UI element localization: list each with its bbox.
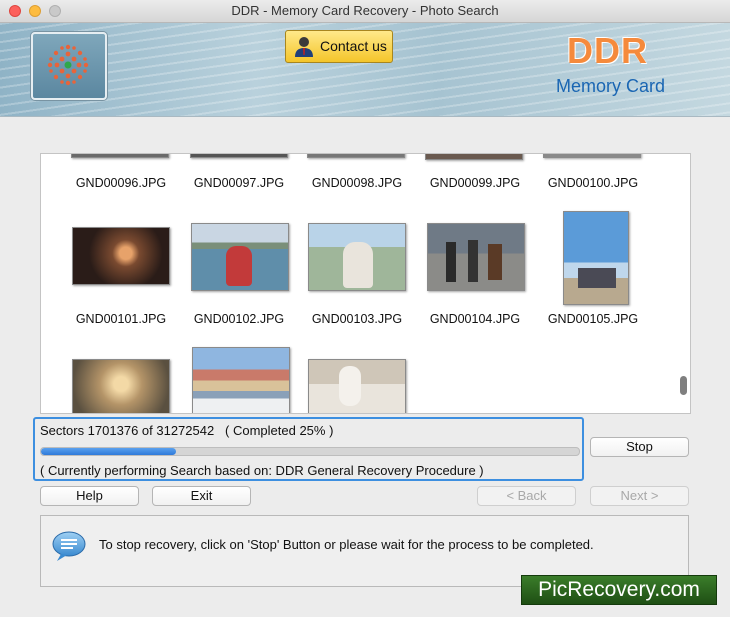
person-icon <box>295 37 313 57</box>
photo-thumbnail[interactable] <box>192 347 290 413</box>
photo-filename: GND00102.JPG <box>193 312 285 326</box>
photo-filename: GND00100.JPG <box>547 176 639 190</box>
watermark-logo: PicRecovery.com <box>521 575 717 605</box>
window-title: DDR - Memory Card Recovery - Photo Searc… <box>231 3 499 18</box>
progress-panel: Sectors 1701376 of 31272542 ( Completed … <box>33 417 584 481</box>
progress-bar-fill <box>41 448 176 455</box>
photo-filename: GND00097.JPG <box>193 176 285 190</box>
stop-button[interactable]: Stop <box>590 437 689 457</box>
kayak-shape <box>226 246 252 286</box>
brand-title: DDR <box>567 30 648 71</box>
maximize-window-button[interactable] <box>49 5 61 17</box>
photo-thumbnail-partial[interactable] <box>307 154 405 158</box>
group-shape <box>578 268 616 288</box>
photo-thumbnail-partial[interactable] <box>425 154 523 160</box>
photo-filename: GND00099.JPG <box>429 176 521 190</box>
app-logo <box>31 32 107 100</box>
photo-thumbnail[interactable] <box>308 223 406 291</box>
exit-button[interactable]: Exit <box>152 486 251 506</box>
brand-subtitle: Memory Card <box>556 76 666 96</box>
person-shape <box>339 366 361 406</box>
photo-gallery[interactable]: GND00096.JPG GND00097.JPG GND00098.JPG G… <box>40 153 691 414</box>
photo-thumbnail[interactable] <box>427 223 525 291</box>
contact-us-button[interactable]: Contact us <box>285 30 393 63</box>
next-button[interactable]: Next > <box>590 486 689 506</box>
minimize-window-button[interactable] <box>29 5 41 17</box>
photo-filename: GND00105.JPG <box>547 312 639 326</box>
photo-thumbnail-partial[interactable] <box>190 154 288 158</box>
info-message-text: To stop recovery, click on 'Stop' Button… <box>99 537 594 552</box>
cello-shape <box>488 244 502 280</box>
photo-filename: GND00101.JPG <box>75 312 167 326</box>
back-button[interactable]: < Back <box>477 486 576 506</box>
photo-thumbnail[interactable] <box>563 211 629 305</box>
close-window-button[interactable] <box>9 5 21 17</box>
photo-thumbnail-partial[interactable] <box>543 154 641 158</box>
photo-thumbnail[interactable] <box>191 223 289 291</box>
speech-bubble-icon <box>52 531 86 561</box>
photo-thumbnail[interactable] <box>308 359 406 413</box>
progress-bar <box>40 447 580 456</box>
photo-filename: GND00104.JPG <box>429 312 521 326</box>
app-logo-icon <box>47 44 89 86</box>
photo-filename: GND00103.JPG <box>311 312 403 326</box>
photo-thumbnail-partial[interactable] <box>71 154 169 158</box>
person-shape <box>468 240 478 282</box>
person-shape <box>446 242 456 282</box>
contact-us-label: Contact us <box>320 38 387 54</box>
photo-thumbnail[interactable] <box>72 359 170 413</box>
gallery-scrollbar[interactable] <box>676 154 690 413</box>
help-button[interactable]: Help <box>40 486 139 506</box>
photo-thumbnail[interactable] <box>72 227 170 285</box>
gallery-scroll-thumb[interactable] <box>680 376 687 395</box>
title-bar: DDR - Memory Card Recovery - Photo Searc… <box>0 0 730 23</box>
sectors-status: Sectors 1701376 of 31272542 ( Completed … <box>40 423 334 438</box>
person-shape <box>343 242 373 288</box>
procedure-status: ( Currently performing Search based on: … <box>40 463 484 478</box>
photo-filename: GND00096.JPG <box>75 176 167 190</box>
photo-filename: GND00098.JPG <box>311 176 403 190</box>
header-banner: Contact us DDR Memory Card <box>0 23 730 117</box>
